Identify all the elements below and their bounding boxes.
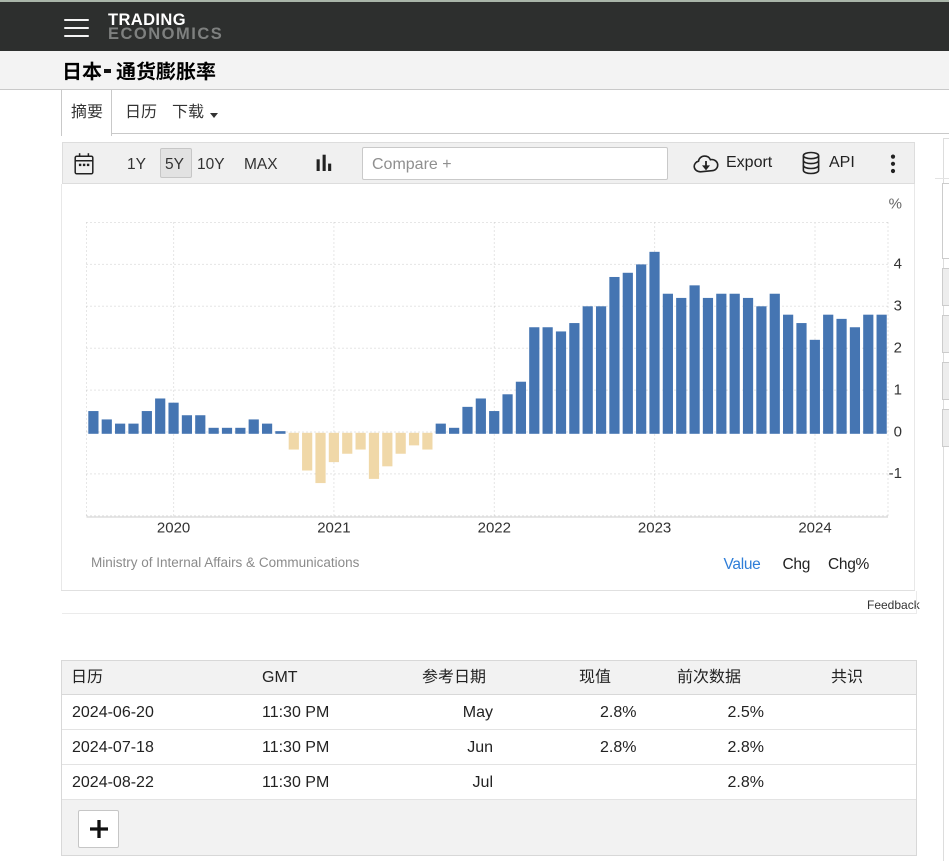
svg-text:2020: 2020 [157, 520, 190, 537]
svg-text:3: 3 [894, 298, 902, 315]
svg-text:2023: 2023 [638, 520, 671, 537]
svg-text:2022: 2022 [478, 520, 511, 537]
svg-text:2021: 2021 [317, 520, 350, 537]
svg-text:%: % [889, 196, 902, 213]
svg-text:2: 2 [894, 340, 902, 357]
svg-text:-1: -1 [889, 465, 902, 482]
svg-text:4: 4 [894, 256, 902, 273]
svg-text:0: 0 [894, 423, 902, 440]
svg-text:2024: 2024 [798, 520, 831, 537]
svg-text:1: 1 [894, 381, 902, 398]
